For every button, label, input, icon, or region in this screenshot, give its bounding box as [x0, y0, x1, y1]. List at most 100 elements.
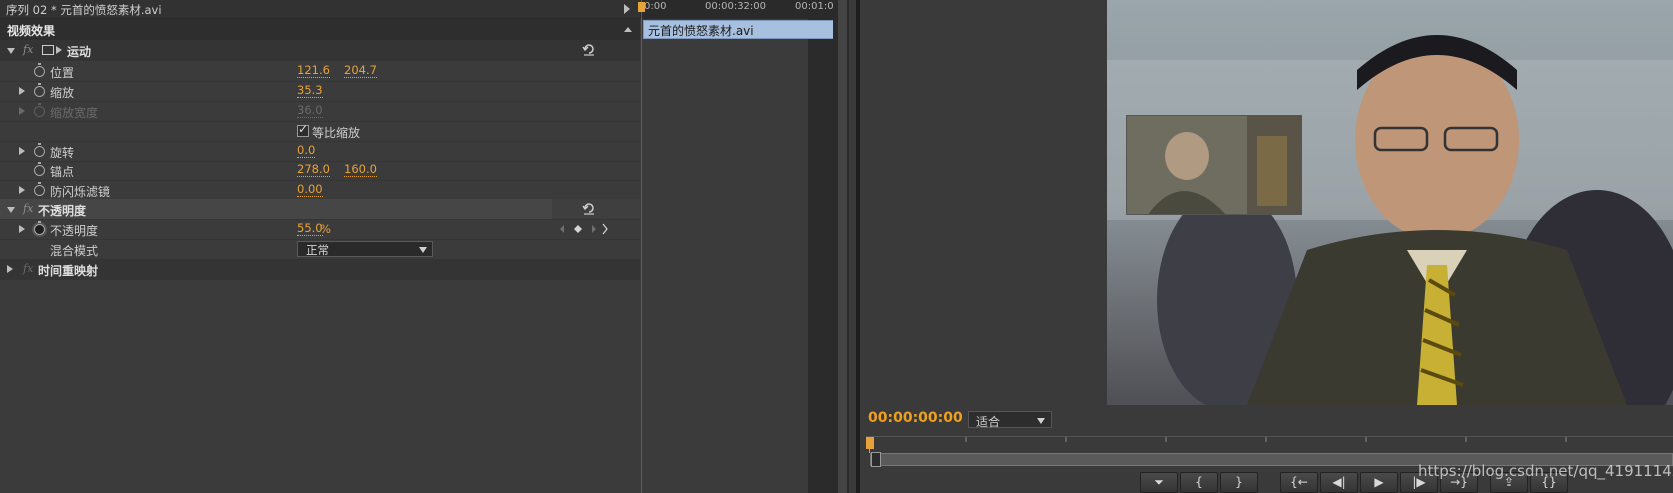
time-remap-row[interactable]: fx 时间重映射 — [0, 259, 640, 280]
disclosure-down-icon[interactable] — [7, 48, 15, 54]
timecode-display[interactable]: 00:00:00:00 — [868, 410, 963, 426]
next-keyframe-icon — [592, 225, 596, 233]
stopwatch-icon[interactable] — [34, 182, 45, 196]
fx-icon[interactable]: fx — [23, 43, 33, 56]
collapse-up-icon[interactable] — [624, 27, 632, 32]
opacity-label: 不透明度 — [50, 224, 99, 238]
reset-icon[interactable] — [582, 202, 596, 215]
playhead-line[interactable] — [641, 0, 642, 493]
motion-transform-icon[interactable] — [42, 45, 54, 55]
stopwatch-icon[interactable] — [34, 143, 45, 157]
scale-label: 缩放 — [50, 86, 75, 100]
prev-keyframe-icon — [560, 225, 564, 233]
video-effects-label: 视频效果 — [7, 24, 56, 38]
stopwatch-active-icon[interactable] — [34, 221, 45, 235]
position-label: 位置 — [50, 66, 75, 80]
stopwatch-icon[interactable] — [34, 162, 45, 176]
rotation-label: 旋转 — [50, 146, 75, 160]
time-remap-label: 时间重映射 — [38, 264, 99, 278]
reset-icon[interactable] — [582, 43, 596, 56]
disclosure-right-icon[interactable] — [19, 225, 25, 233]
monitor-playhead-line — [869, 440, 870, 453]
motion-effect-row[interactable]: fx 运动 — [0, 40, 640, 61]
watermark-text: https://blog.csdn.net/qq_41911142 — [1418, 462, 1673, 480]
fx-icon[interactable]: fx — [23, 202, 33, 215]
anti-flicker-label: 防闪烁滤镜 — [50, 185, 111, 199]
video-effects-header: 视频效果 — [0, 19, 640, 40]
picture-in-picture[interactable] — [1126, 115, 1302, 215]
scrollbar-grip[interactable] — [871, 452, 881, 467]
sequence-breadcrumb[interactable]: 序列 02 * 元首的愤怒素材.avi — [6, 2, 162, 18]
anti-flicker-row: 防闪烁滤镜 0.00 — [0, 180, 640, 201]
add-keyframe-icon — [574, 225, 582, 233]
scale-row: 缩放 35.3 — [0, 81, 640, 102]
opacity-row: 不透明度 55.0 % — [0, 219, 640, 240]
keyframe-navigator[interactable] — [558, 222, 608, 236]
uniform-scale-checkbox[interactable] — [297, 122, 309, 137]
disclosure-down-icon[interactable] — [7, 207, 15, 213]
monitor-left-bar — [856, 0, 860, 493]
uniform-scale-label: 等比缩放 — [312, 126, 361, 140]
rotation-row: 旋转 0.0 — [0, 141, 640, 162]
opacity-group-label: 不透明度 — [38, 204, 87, 218]
fit-value: 适合 — [976, 415, 1001, 429]
scale-width-row: 缩放宽度 36.0 — [0, 101, 640, 122]
opacity-unit: % — [320, 222, 331, 236]
disclosure-right-icon[interactable] — [19, 147, 25, 155]
scale-width-label: 缩放宽度 — [50, 106, 99, 120]
chevron-down-icon — [419, 247, 427, 253]
step-back-button[interactable]: ◀| — [1320, 472, 1358, 493]
add-marker-button[interactable]: ⏷ — [1140, 472, 1178, 493]
uniform-scale-row: 等比缩放 — [0, 121, 640, 142]
scrollbar-thumb[interactable] — [837, 0, 847, 493]
fx-icon: fx — [23, 262, 34, 275]
clip-bar[interactable]: 元首的愤怒素材.avi — [643, 20, 839, 39]
go-to-in-button[interactable]: {← — [1280, 472, 1318, 493]
ruler-label: 00:01:0 — [795, 1, 834, 12]
anchor-row: 锚点 278.0 160.0 — [0, 160, 640, 181]
anchor-x-value[interactable]: 278.0 — [297, 163, 330, 177]
pip-image — [1127, 116, 1301, 214]
position-y-value[interactable]: 204.7 — [344, 64, 377, 78]
blend-mode-row: 混合模式 正常 — [0, 239, 640, 260]
rotation-value[interactable]: 0.0 — [297, 144, 316, 158]
position-x-value[interactable]: 121.6 — [297, 64, 330, 78]
monitor-playhead-icon[interactable] — [866, 437, 874, 449]
position-row: 位置 121.6 204.7 — [0, 61, 640, 82]
disclosure-right-icon[interactable] — [19, 186, 25, 194]
playhead-marker-icon[interactable] — [638, 2, 645, 12]
scale-width-value: 36.0 — [297, 103, 323, 118]
monitor-ruler[interactable] — [866, 436, 1673, 452]
stopwatch-icon[interactable] — [34, 63, 45, 77]
stopwatch-icon[interactable] — [34, 83, 45, 97]
keyframe-marker-icon — [602, 223, 608, 235]
ruler-ticks — [965, 437, 1567, 442]
mark-in-button[interactable]: { — [1180, 472, 1218, 493]
clip-name: 元首的愤怒素材.avi — [648, 24, 754, 38]
blend-mode-label: 混合模式 — [50, 244, 99, 258]
blend-mode-dropdown[interactable]: 正常 — [297, 241, 433, 257]
chevron-down-icon — [1037, 418, 1045, 424]
disclosure-right-icon — [19, 107, 25, 115]
effect-controls-timeline[interactable]: 0:00 00:00:32:00 00:01:0 元首的愤怒素材.avi — [640, 0, 840, 493]
disclosure-right-icon[interactable] — [19, 87, 25, 95]
blend-mode-value: 正常 — [306, 243, 329, 257]
anchor-y-value[interactable]: 160.0 — [344, 163, 377, 177]
anti-flicker-value[interactable]: 0.00 — [297, 183, 323, 197]
play-button[interactable]: ▶ — [1360, 472, 1398, 493]
scale-value[interactable]: 35.3 — [297, 84, 323, 98]
stopwatch-icon — [34, 103, 45, 117]
timeline-ruler[interactable]: 0:00 00:00:32:00 00:01:0 — [640, 0, 840, 19]
anchor-label: 锚点 — [50, 165, 75, 179]
disclosure-right-icon[interactable] — [7, 265, 13, 273]
mark-out-button[interactable]: } — [1220, 472, 1258, 493]
opacity-effect-row[interactable]: fx 不透明度 — [0, 199, 640, 220]
ruler-label: 00:00:32:00 — [705, 1, 767, 12]
expand-arrow-icon[interactable] — [624, 4, 630, 14]
motion-label: 运动 — [67, 45, 92, 59]
motion-arrow-icon — [56, 46, 62, 54]
ruler-label: 0:00 — [644, 1, 667, 12]
opacity-value[interactable]: 55.0 — [297, 222, 323, 236]
fit-dropdown[interactable]: 适合 — [968, 411, 1052, 429]
effect-controls-header: 序列 02 * 元首的愤怒素材.avi — [0, 0, 640, 19]
